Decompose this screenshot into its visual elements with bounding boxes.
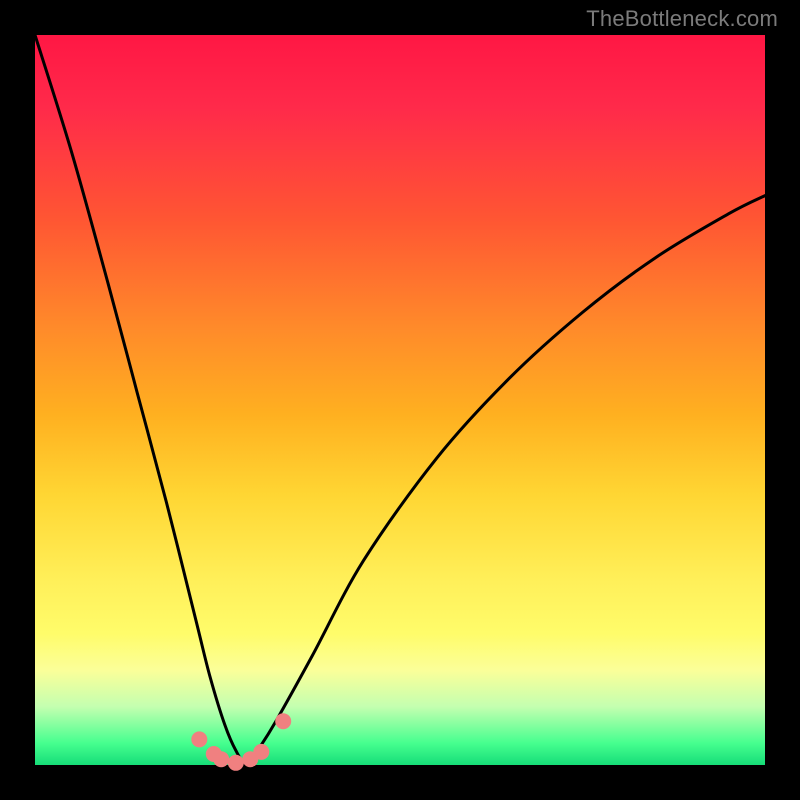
chart-svg <box>35 35 765 765</box>
curve-markers <box>191 713 291 771</box>
chart-frame: TheBottleneck.com <box>0 0 800 800</box>
marker-point <box>191 731 207 747</box>
chart-plot-area <box>35 35 765 765</box>
bottleneck-curve <box>35 35 765 765</box>
marker-point <box>228 755 244 771</box>
watermark-text: TheBottleneck.com <box>586 6 778 32</box>
marker-point <box>275 713 291 729</box>
marker-point <box>253 744 269 760</box>
marker-point <box>213 751 229 767</box>
